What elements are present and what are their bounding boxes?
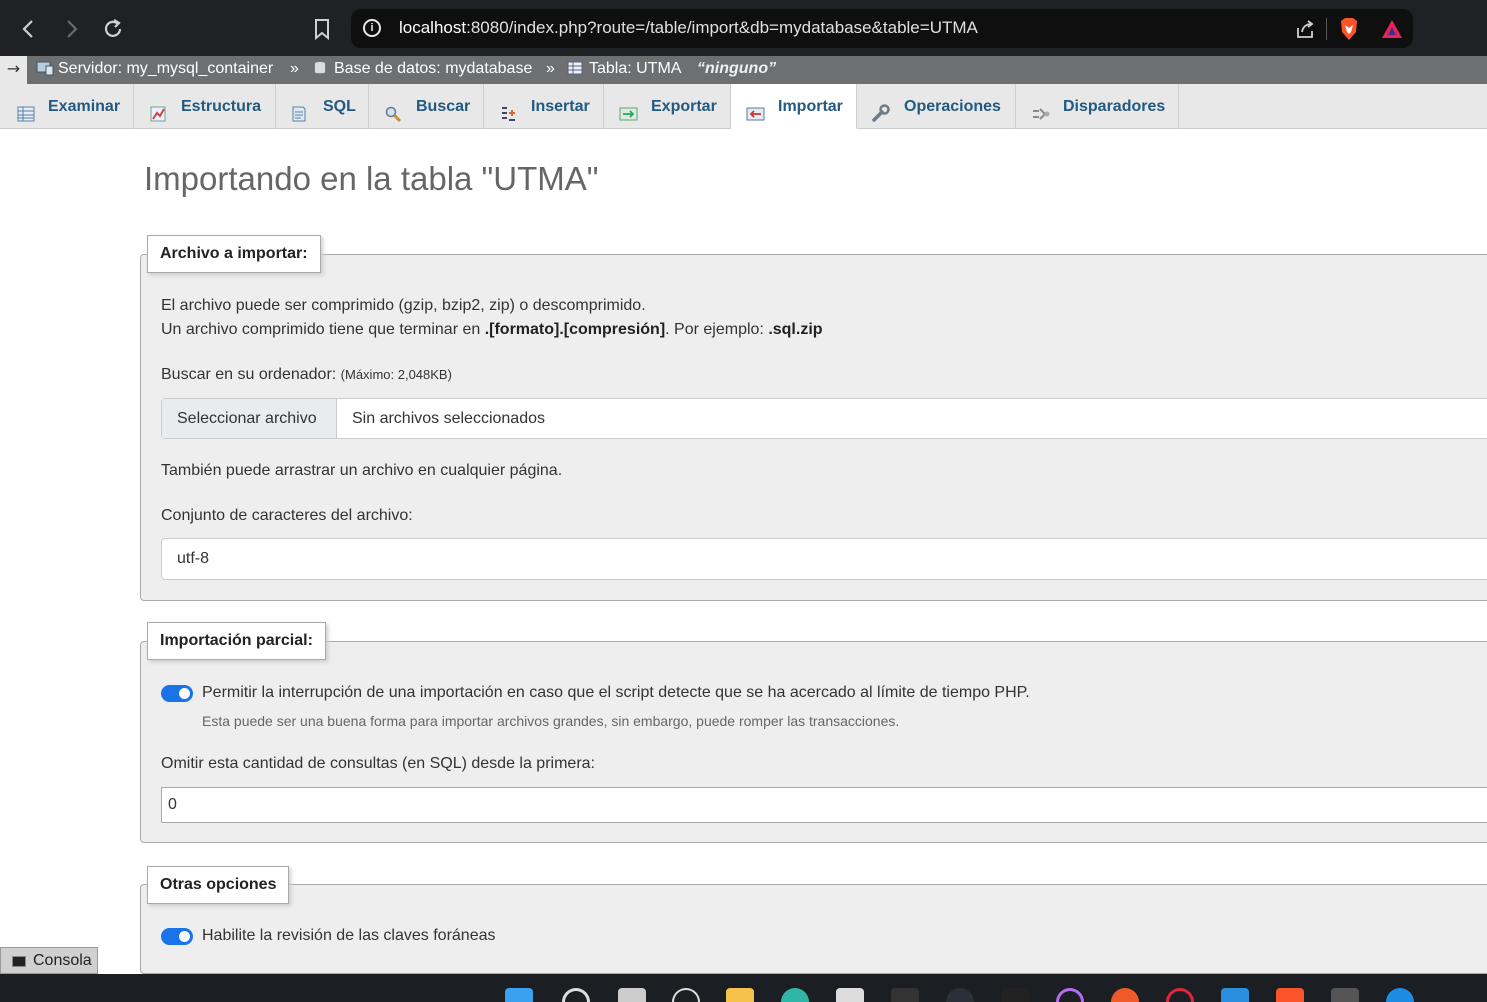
- url-divider: [1326, 18, 1327, 40]
- windows-start-icon[interactable]: [505, 988, 533, 1002]
- table-tabs: Examinar Estructura SQL Buscar Insertar …: [0, 84, 1487, 129]
- terminal-icon[interactable]: [1331, 988, 1359, 1002]
- charset-select[interactable]: utf-8: [161, 538, 1487, 580]
- epic-games-icon[interactable]: [1001, 988, 1029, 1002]
- partial-import-legend: Importación parcial:: [147, 622, 326, 660]
- triggers-icon: [1031, 96, 1050, 120]
- brave-rewards-icon[interactable]: [1380, 18, 1404, 40]
- page-title: Importando en la tabla "UTMA": [144, 160, 599, 197]
- app-icon[interactable]: [1056, 988, 1084, 1002]
- tab-label: SQL: [323, 98, 356, 115]
- other-options-legend: Otras opciones: [147, 866, 290, 904]
- tab-operaciones[interactable]: Operaciones: [857, 84, 1016, 129]
- bookmark-icon[interactable]: [310, 16, 334, 42]
- reload-icon[interactable]: [98, 14, 128, 44]
- file-status: Sin archivos seleccionados: [352, 410, 545, 427]
- address-bar[interactable]: i localhost:8080/index.php?route=/table/…: [351, 9, 1413, 48]
- url-text[interactable]: localhost:8080/index.php?route=/table/im…: [399, 18, 978, 38]
- breadcrumb-server[interactable]: Servidor: my_mysql_container: [36, 60, 273, 78]
- breadcrumb: → Servidor: my_mysql_container » Base de…: [0, 56, 1487, 84]
- forward-icon[interactable]: [56, 14, 86, 44]
- foreign-key-check-toggle[interactable]: [161, 928, 193, 945]
- sql-icon: [290, 96, 308, 122]
- task-view-icon[interactable]: [618, 988, 646, 1002]
- collapse-nav-arrow-icon[interactable]: →: [0, 56, 27, 84]
- tab-label: Examinar: [48, 98, 121, 115]
- console-icon: [12, 956, 26, 967]
- breadcrumb-database[interactable]: Base de datos: mydatabase: [312, 60, 532, 78]
- tab-label: Buscar: [416, 98, 471, 115]
- tab-importar[interactable]: Importar: [731, 84, 857, 129]
- choose-file-button[interactable]: Seleccionar archivo: [162, 399, 337, 438]
- site-info-icon[interactable]: i: [363, 19, 381, 37]
- skip-queries-label: Omitir esta cantidad de consultas (en SQ…: [161, 755, 595, 772]
- tab-label: Estructura: [181, 98, 262, 115]
- allow-interrupt-hint: Esta puede ser una buena forma para impo…: [202, 713, 900, 729]
- tab-examinar[interactable]: Examinar: [0, 84, 134, 129]
- search-taskbar-icon[interactable]: [562, 988, 590, 1002]
- compression-info: El archivo puede ser comprimido (gzip, b…: [161, 297, 646, 314]
- compression-format-info: Un archivo comprimido tiene que terminar…: [161, 321, 823, 338]
- ea-icon[interactable]: [1111, 988, 1139, 1002]
- file-input[interactable]: Seleccionar archivo Sin archivos selecci…: [161, 398, 1487, 439]
- docker-icon[interactable]: [1386, 988, 1414, 1002]
- tab-label: Insertar: [531, 98, 590, 115]
- edge-icon[interactable]: [781, 988, 809, 1002]
- max-upload-size: (Máximo: 2,048KB): [340, 367, 452, 382]
- brave-shields-icon[interactable]: [1338, 17, 1360, 41]
- search-icon: [384, 96, 402, 123]
- allow-interrupt-label[interactable]: Permitir la interrupción de una importac…: [202, 684, 1030, 702]
- insert-icon: [499, 96, 517, 121]
- browse-label: Buscar en su ordenador: (Máximo: 2,048KB…: [161, 366, 452, 383]
- share-icon[interactable]: [1294, 18, 1316, 40]
- games-icon[interactable]: [891, 988, 919, 1002]
- tab-sql[interactable]: SQL: [276, 84, 369, 129]
- structure-icon: [149, 96, 167, 122]
- table-comment: “ninguno”: [697, 60, 777, 77]
- os-taskbar: [0, 974, 1487, 1002]
- server-icon: [36, 60, 54, 76]
- tab-label: Operaciones: [904, 98, 1001, 115]
- skip-queries-input[interactable]: 0: [161, 787, 1487, 823]
- store-icon[interactable]: [836, 988, 864, 1002]
- browser-toolbar: i localhost:8080/index.php?route=/table/…: [0, 0, 1487, 56]
- tab-disparadores[interactable]: Disparadores: [1016, 84, 1179, 129]
- back-icon[interactable]: [14, 14, 44, 44]
- allow-interrupt-toggle[interactable]: [161, 685, 193, 702]
- tab-label: Exportar: [651, 98, 717, 115]
- wrench-icon: [871, 96, 890, 122]
- tab-buscar[interactable]: Buscar: [369, 84, 484, 129]
- file-explorer-icon[interactable]: [726, 988, 754, 1002]
- foreign-key-check-label[interactable]: Habilite la revisión de las claves forán…: [202, 927, 495, 945]
- export-icon: [619, 96, 638, 121]
- breadcrumb-table[interactable]: Tabla: UTMA: [567, 60, 681, 78]
- console-label: Consola: [33, 952, 92, 969]
- import-icon: [746, 96, 765, 121]
- tab-estructura[interactable]: Estructura: [134, 84, 276, 129]
- brave-taskbar-icon[interactable]: [1276, 988, 1304, 1002]
- breadcrumb-separator: »: [546, 60, 555, 77]
- drag-hint: También puede arrastrar un archivo en cu…: [161, 462, 563, 479]
- steam-icon[interactable]: [672, 988, 700, 1002]
- charset-label: Conjunto de caracteres del archivo:: [161, 507, 413, 524]
- tab-label: Importar: [778, 98, 843, 115]
- browse-icon: [17, 96, 35, 122]
- file-import-legend: Archivo a importar:: [147, 235, 321, 273]
- table-icon: [567, 60, 583, 76]
- vscode-icon[interactable]: [1221, 988, 1249, 1002]
- console-toggle[interactable]: Consola: [0, 947, 98, 974]
- database-icon: [312, 60, 328, 76]
- breadcrumb-separator: »: [290, 60, 299, 77]
- opera-icon[interactable]: [1166, 988, 1194, 1002]
- tab-label: Disparadores: [1063, 98, 1166, 115]
- tab-exportar[interactable]: Exportar: [604, 84, 731, 129]
- tab-insertar[interactable]: Insertar: [484, 84, 604, 129]
- app-icon[interactable]: [946, 988, 974, 1002]
